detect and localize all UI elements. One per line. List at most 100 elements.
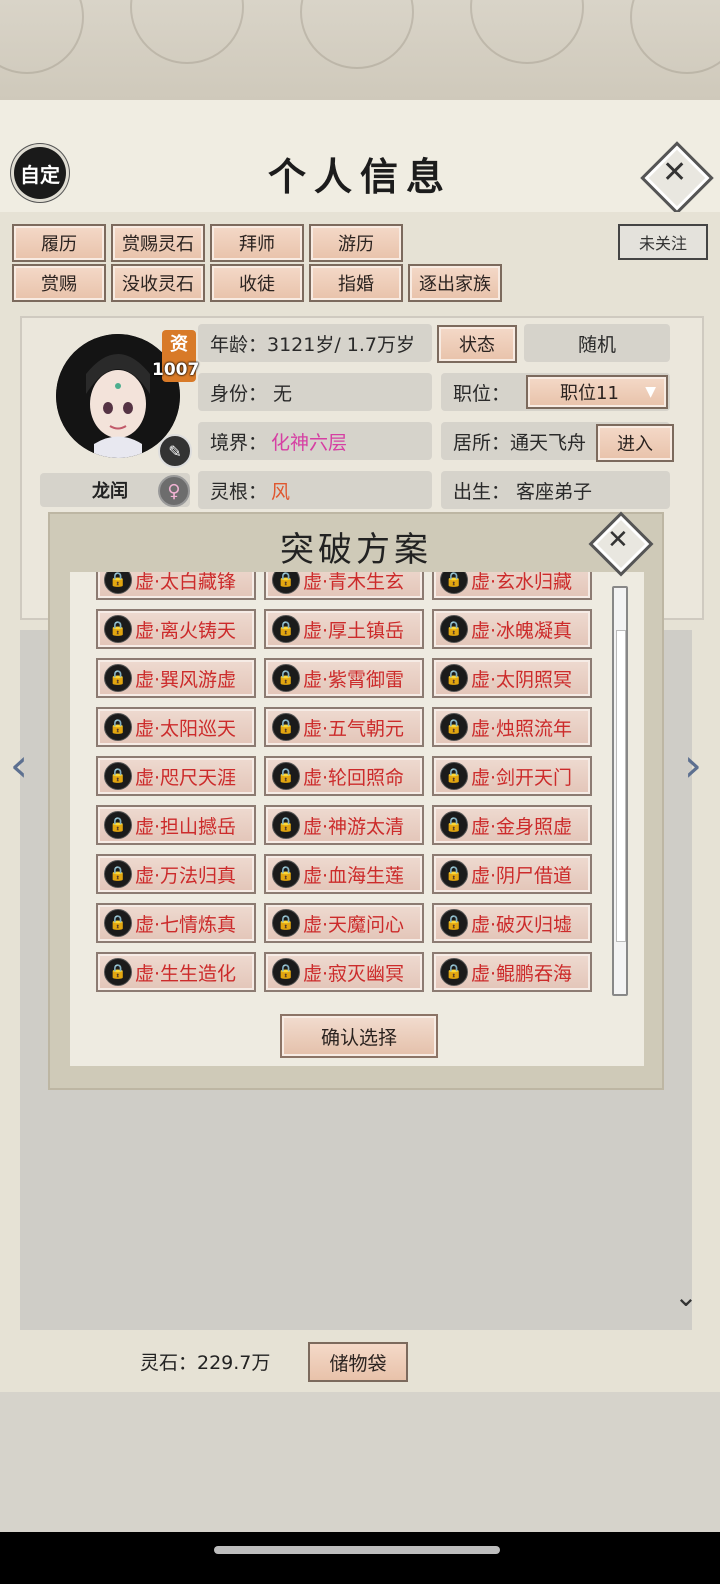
plan-item[interactable]: 🔒 虚·五气朝元	[264, 707, 424, 747]
expel-button[interactable]: 逐出家族	[408, 264, 502, 302]
confiscate-stones-button[interactable]: 没收灵石	[111, 264, 205, 302]
plan-item[interactable]: 🔒 虚·神游太清	[264, 805, 424, 845]
lock-icon: 🔒	[272, 713, 300, 741]
plan-item[interactable]: 🔒 虚·太白藏锋	[96, 572, 256, 600]
modal-close-icon: ✕	[607, 525, 629, 555]
chevron-down-icon[interactable]: ⌄	[668, 1280, 704, 1313]
plan-item[interactable]: 🔒 虚·血海生莲	[264, 854, 424, 894]
plan-item-label: 虚·神游太清	[303, 815, 405, 838]
plan-item[interactable]: 🔒 虚·担山撼岳	[96, 805, 256, 845]
take-disciple-button[interactable]: 收徒	[210, 264, 304, 302]
plan-item[interactable]: 🔒 虚·天魔问心	[264, 903, 424, 943]
plan-item-label: 虚·太阳巡天	[135, 717, 237, 740]
scrollbar[interactable]	[612, 586, 628, 996]
plan-item[interactable]: 🔒 虚·破灭归墟	[432, 903, 592, 943]
lock-icon: 🔒	[104, 713, 132, 741]
plan-item[interactable]: 🔒 虚·太阴照冥	[432, 658, 592, 698]
home-indicator[interactable]	[214, 1546, 500, 1554]
plan-item-label: 虚·紫霄御雷	[303, 668, 405, 691]
plan-item-label: 虚·天魔问心	[303, 913, 405, 936]
plan-item-label: 虚·烛照流年	[471, 717, 573, 740]
random-button[interactable]: 随机	[524, 324, 670, 362]
edit-icon[interactable]: ✎	[158, 434, 192, 468]
lock-icon: 🔒	[104, 572, 132, 594]
plan-item[interactable]: 🔒 虚·阴尸借道	[432, 854, 592, 894]
plan-item[interactable]: 🔒 虚·金身照虚	[432, 805, 592, 845]
age-text: 年龄：3121岁/ 1.7万岁	[210, 333, 416, 356]
plan-item[interactable]: 🔒 虚·巽风游虚	[96, 658, 256, 698]
plan-item[interactable]: 🔒 虚·鲲鹏吞海	[432, 952, 592, 992]
plan-item[interactable]: 🔒 虚·剑开天门	[432, 756, 592, 796]
plan-list[interactable]: 🔒 虚·太白藏锋 🔒 虚·青木生玄 🔒 虚·玄水归藏 🔒 虚·离火铸天 🔒 虚·厚土镇岳 🔒 虚·冰魄…	[96, 572, 618, 1000]
storage-bag-button[interactable]: 储物袋	[308, 1342, 408, 1382]
plan-item-label: 虚·厚土镇岳	[303, 619, 405, 642]
plan-item[interactable]: 🔒 虚·青木生玄	[264, 572, 424, 600]
lock-icon: 🔒	[104, 860, 132, 888]
plan-item-label: 虚·五气朝元	[303, 717, 405, 740]
plan-item-label: 虚·玄水归藏	[471, 572, 573, 593]
spirit-root-value: 风	[271, 480, 291, 503]
plan-item[interactable]: 🔒 虚·烛照流年	[432, 707, 592, 747]
dropdown-arrow-icon: ▼	[645, 384, 656, 400]
apprentice-button[interactable]: 拜师	[210, 224, 304, 262]
plan-item[interactable]: 🔒 虚·冰魄凝真	[432, 609, 592, 649]
reward-button[interactable]: 赏赐	[12, 264, 106, 302]
lock-icon: 🔒	[272, 958, 300, 986]
reward-stones-button[interactable]: 赏赐灵石	[111, 224, 205, 262]
travel-button[interactable]: 游历	[309, 224, 403, 262]
plan-item[interactable]: 🔒 虚·玄水归藏	[432, 572, 592, 600]
plan-item[interactable]: 🔒 虚·咫尺天涯	[96, 756, 256, 796]
realm-row: 境界： 化神六层	[198, 422, 432, 460]
plan-item-label: 虚·太白藏锋	[135, 572, 237, 593]
identity-text: 身份： 无	[210, 382, 293, 405]
plan-item-label: 虚·离火铸天	[135, 619, 237, 642]
top-banner	[0, 0, 720, 103]
confirm-button[interactable]: 确认选择	[280, 1014, 438, 1058]
plan-item[interactable]: 🔒 虚·寂灭幽冥	[264, 952, 424, 992]
plan-item[interactable]: 🔒 虚·生生造化	[96, 952, 256, 992]
plan-item[interactable]: 🔒 虚·紫霄御雷	[264, 658, 424, 698]
plan-item-label: 虚·轮回照命	[303, 766, 405, 789]
plan-item[interactable]: 🔒 虚·万法归真	[96, 854, 256, 894]
plan-item-label: 虚·巽风游虚	[135, 668, 237, 691]
plan-item[interactable]: 🔒 虚·厚土镇岳	[264, 609, 424, 649]
scrollbar-thumb[interactable]	[616, 630, 626, 942]
arrange-marriage-button[interactable]: 指婚	[309, 264, 403, 302]
lock-icon: 🔒	[440, 762, 468, 790]
plan-item[interactable]: 🔒 虚·轮回照命	[264, 756, 424, 796]
modal-title: 突破方案	[280, 530, 432, 570]
realm-value: 化神六层	[271, 431, 348, 454]
lock-icon: 🔒	[440, 572, 468, 594]
plan-item-label: 虚·血海生莲	[303, 864, 405, 887]
birth-text: 出生： 客座弟子	[453, 480, 593, 503]
lock-icon: 🔒	[440, 909, 468, 937]
plan-item-label: 虚·万法归真	[135, 864, 237, 887]
plan-item-label: 虚·金身照虚	[471, 815, 573, 838]
position-label: 职位：	[453, 382, 511, 405]
lock-icon: 🔒	[104, 615, 132, 643]
random-label: 随机	[577, 333, 616, 356]
plan-item[interactable]: 🔒 虚·七情炼真	[96, 903, 256, 943]
close-icon: ✕	[662, 155, 688, 190]
plan-item-label: 虚·寂灭幽冥	[303, 962, 405, 985]
prev-arrow-icon[interactable]: ‹	[6, 735, 32, 795]
lock-icon: 🔒	[104, 811, 132, 839]
lock-icon: 🔒	[440, 958, 468, 986]
plan-item-label: 虚·青木生玄	[303, 572, 405, 593]
follow-button[interactable]: 未关注	[618, 224, 708, 260]
position-dropdown[interactable]: 职位11 ▼	[526, 375, 668, 409]
lock-icon: 🔒	[104, 909, 132, 937]
plan-item[interactable]: 🔒 虚·太阳巡天	[96, 707, 256, 747]
status-button[interactable]: 状态	[437, 325, 517, 363]
resume-button[interactable]: 履历	[12, 224, 106, 262]
lock-icon: 🔒	[440, 664, 468, 692]
spirit-stones-text: 灵石：229.7万	[140, 1352, 271, 1374]
plan-item-label: 虚·担山撼岳	[135, 815, 237, 838]
plan-item-label: 虚·生生造化	[135, 962, 237, 985]
lock-icon: 🔒	[440, 860, 468, 888]
lock-icon: 🔒	[272, 762, 300, 790]
enter-button[interactable]: 进入	[596, 424, 674, 462]
next-arrow-icon[interactable]: ›	[680, 735, 706, 795]
plan-item[interactable]: 🔒 虚·离火铸天	[96, 609, 256, 649]
spirit-root-label: 灵根：	[210, 480, 268, 503]
